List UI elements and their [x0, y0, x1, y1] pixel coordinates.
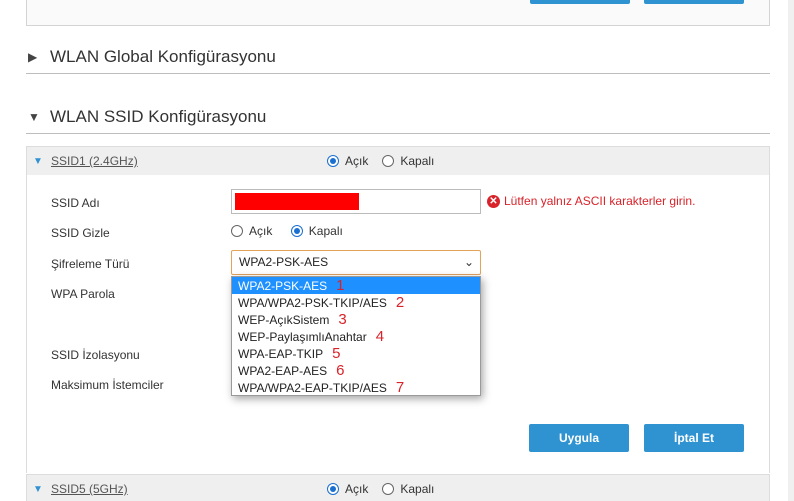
ssid5-on-radio[interactable]: Açık	[327, 482, 368, 496]
collapse-triangle-icon: ▼	[33, 155, 43, 167]
dropdown-option[interactable]: WPA2-EAP-AES 6	[232, 362, 480, 379]
encryption-dropdown-list: WPA2-PSK-AES 1 WPA/WPA2-PSK-TKIP/AES 2 WEP…	[231, 276, 481, 396]
ssid-hide-radios: Açık Kapalı	[231, 224, 357, 242]
expand-triangle-icon: ▶	[28, 49, 38, 64]
dropdown-option[interactable]: WEP-PaylaşımlıAnahtar 4	[232, 328, 480, 345]
hide-off-radio[interactable]: Kapalı	[290, 224, 343, 238]
ssid1-name[interactable]: SSID1 (2.4GHz)	[51, 154, 327, 168]
collapse-triangle-icon: ▼	[28, 109, 40, 124]
previous-apply-button[interactable]	[530, 0, 630, 4]
ssid-name-label: SSID Adı	[51, 196, 100, 210]
apply-button[interactable]: Uygula	[529, 424, 629, 452]
ssid-name-input[interactable]	[231, 189, 481, 214]
radio-unchecked-icon	[382, 155, 395, 167]
ssid-hide-label: SSID Gizle	[51, 226, 110, 240]
previous-cancel-button[interactable]	[644, 0, 744, 4]
ascii-error-message: ✕ Lütfen yalnız ASCII karakterler girin.	[487, 194, 695, 208]
encryption-select[interactable]: WPA2-PSK-AES ⌄	[231, 250, 481, 275]
collapse-triangle-icon: ▼	[33, 483, 43, 495]
radio-unchecked-icon	[231, 225, 243, 237]
wlan-global-header[interactable]: ▶ WLAN Global Konfigürasyonu	[26, 40, 770, 74]
dropdown-option[interactable]: WPA/WPA2-PSK-TKIP/AES 2	[232, 294, 480, 311]
ssid1-on-radio[interactable]: Açık	[327, 154, 368, 168]
wlan-ssid-header[interactable]: ▼ WLAN SSID Konfigürasyonu	[26, 100, 770, 134]
encryption-label: Şifreleme Türü	[51, 257, 130, 271]
radio-checked-icon	[290, 225, 303, 237]
hide-on-radio[interactable]: Açık	[231, 224, 272, 238]
error-icon: ✕	[487, 194, 500, 208]
radio-unchecked-icon	[382, 483, 395, 495]
redacted-value	[235, 193, 359, 210]
dropdown-option[interactable]: WPA/WPA2-EAP-TKIP/AES 7	[232, 379, 480, 396]
ssid1-off-radio[interactable]: Kapalı	[382, 154, 434, 168]
section-title: WLAN Global Konfigürasyonu	[50, 46, 276, 66]
ssid-isolation-label: SSID İzolasyonu	[51, 348, 140, 362]
dropdown-option[interactable]: WPA-EAP-TKIP 5	[232, 345, 480, 362]
radio-checked-icon	[327, 155, 339, 167]
ssid5-bar[interactable]: ▼ SSID5 (5GHz) Açık Kapalı	[26, 474, 770, 501]
section-title: WLAN SSID Konfigürasyonu	[50, 106, 267, 126]
dropdown-option[interactable]: WEP-AçıkSistem 3	[232, 311, 480, 328]
wpa-password-label: WPA Parola	[51, 287, 115, 301]
previous-panel	[26, 0, 770, 26]
max-clients-label: Maksimum İstemciler	[51, 378, 164, 392]
vertical-scrollbar[interactable]	[788, 0, 794, 501]
cancel-button[interactable]: İptal Et	[644, 424, 744, 452]
ssid1-bar[interactable]: ▼ SSID1 (2.4GHz) Açık Kapalı	[26, 146, 770, 176]
ssid5-name[interactable]: SSID5 (5GHz)	[51, 482, 327, 496]
chevron-down-icon: ⌄	[463, 255, 474, 269]
radio-checked-icon	[327, 483, 339, 495]
ssid5-off-radio[interactable]: Kapalı	[382, 482, 434, 496]
dropdown-option[interactable]: WPA2-PSK-AES 1	[232, 277, 480, 294]
